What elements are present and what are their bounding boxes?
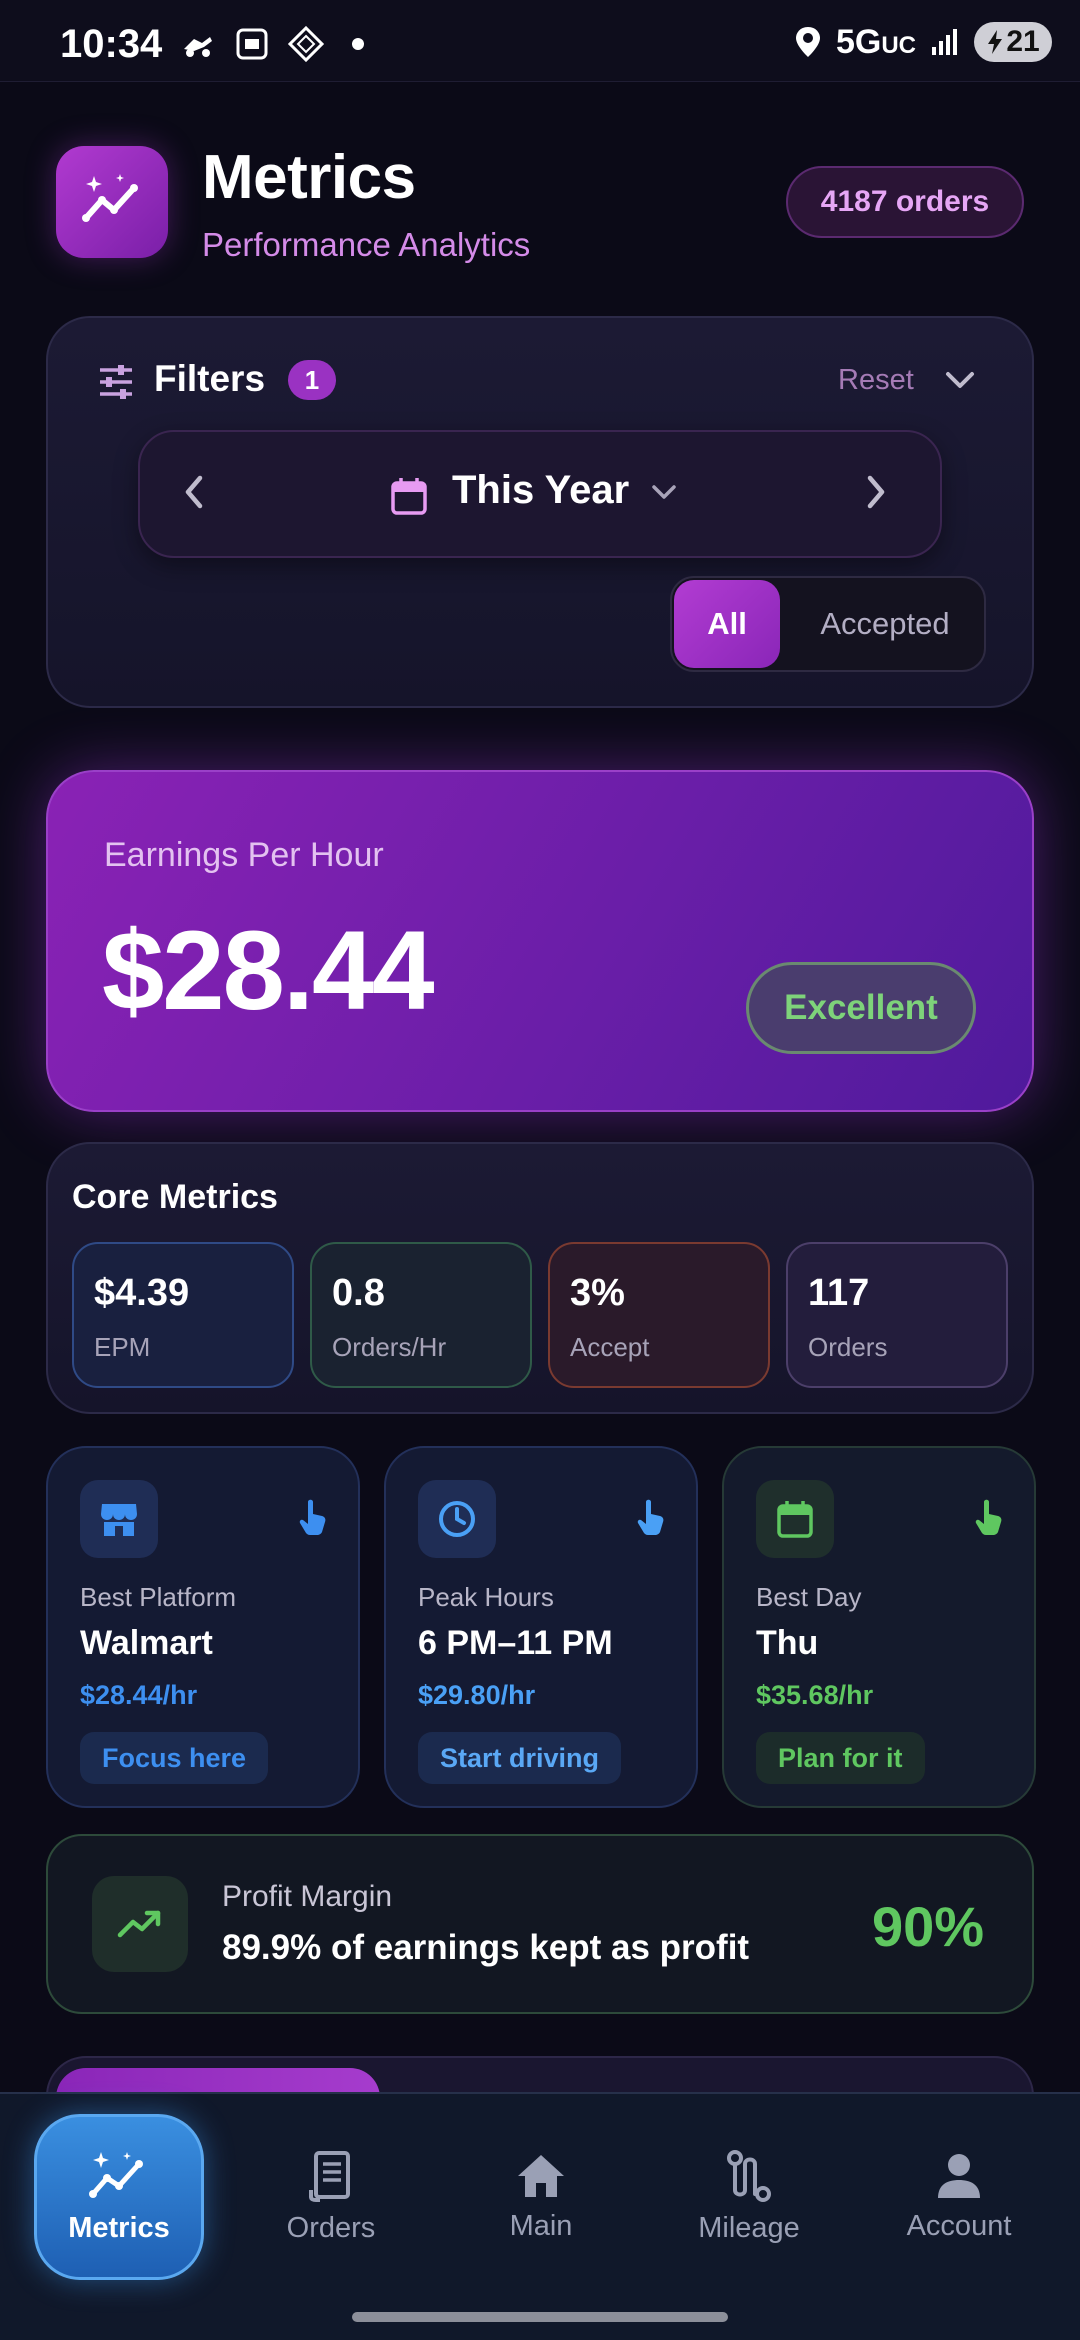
location-icon bbox=[795, 27, 820, 57]
focus-here-button[interactable]: Focus here bbox=[80, 1732, 269, 1784]
insight-rate: $29.80/hr bbox=[418, 1680, 536, 1710]
insight-value: Thu bbox=[756, 1624, 819, 1662]
app-diamond-icon bbox=[288, 26, 324, 62]
nav-label: Metrics bbox=[68, 2211, 170, 2244]
metric-value: $4.39 bbox=[94, 1272, 190, 1314]
sparkle-chart-icon bbox=[82, 174, 138, 222]
chevron-left-icon bbox=[185, 475, 203, 509]
sparkle-chart-icon bbox=[89, 2151, 143, 2198]
status-time: 10:34 bbox=[60, 22, 163, 66]
nav-label: Orders bbox=[286, 2211, 376, 2244]
route-icon bbox=[727, 2149, 771, 2202]
filters-label: Filters bbox=[154, 358, 266, 399]
metric-label: Accept bbox=[570, 1332, 650, 1362]
insight-value: 6 PM–11 PM bbox=[418, 1624, 613, 1662]
insight-card-best-day[interactable]: Best Day Thu $35.68/hr Plan for it bbox=[722, 1446, 1036, 1808]
chevron-down-icon[interactable] bbox=[650, 482, 678, 509]
page-title: Metrics bbox=[202, 143, 416, 212]
app-logo bbox=[56, 146, 168, 258]
next-period-button[interactable] bbox=[862, 472, 890, 517]
previous-period-button[interactable] bbox=[180, 472, 208, 517]
nav-account[interactable]: Account bbox=[874, 2114, 1044, 2280]
insight-card-best-platform[interactable]: Best Platform Walmart $28.44/hr Focus he… bbox=[46, 1446, 360, 1808]
metric-orders: 117 Orders bbox=[786, 1242, 1008, 1388]
person-icon bbox=[938, 2153, 980, 2198]
nav-label: Main bbox=[509, 2209, 573, 2242]
nav-orders[interactable]: Orders bbox=[246, 2114, 416, 2280]
profit-margin-label: Profit Margin bbox=[222, 1880, 393, 1913]
segment-all[interactable]: All bbox=[674, 580, 780, 668]
network-type: 5GUC bbox=[835, 22, 916, 61]
core-metrics-title: Core Metrics bbox=[72, 1178, 278, 1216]
metric-epm: $4.39 EPM bbox=[72, 1242, 294, 1388]
status-icons-left bbox=[180, 26, 364, 62]
metric-label: Orders/Hr bbox=[332, 1332, 447, 1362]
filters-count-badge: 1 bbox=[288, 360, 336, 400]
chevron-down-icon[interactable] bbox=[944, 366, 976, 399]
tap-icon bbox=[298, 1498, 328, 1541]
battery-icon: 21 bbox=[974, 22, 1052, 62]
insight-card-peak-hours[interactable]: Peak Hours 6 PM–11 PM $29.80/hr Start dr… bbox=[384, 1446, 698, 1808]
screenshot-icon bbox=[236, 28, 268, 60]
metric-label: EPM bbox=[94, 1332, 151, 1362]
store-icon bbox=[80, 1480, 158, 1558]
metric-label: Orders bbox=[808, 1332, 888, 1362]
calendar-icon bbox=[390, 476, 428, 521]
earnings-rating-badge: Excellent bbox=[746, 962, 976, 1054]
tap-icon bbox=[974, 1498, 1004, 1541]
metric-value: 0.8 bbox=[332, 1272, 385, 1314]
trending-up-icon bbox=[92, 1876, 188, 1972]
plan-for-it-button[interactable]: Plan for it bbox=[756, 1732, 925, 1784]
nav-label: Account bbox=[906, 2209, 1012, 2242]
page-subtitle: Performance Analytics bbox=[202, 226, 531, 263]
metric-value: 117 bbox=[808, 1272, 870, 1314]
nav-metrics[interactable]: Metrics bbox=[34, 2114, 204, 2280]
metric-value: 3% bbox=[570, 1272, 625, 1314]
metric-orders-per-hour: 0.8 Orders/Hr bbox=[310, 1242, 532, 1388]
insight-rate: $35.68/hr bbox=[756, 1680, 874, 1710]
nav-main[interactable]: Main bbox=[456, 2114, 626, 2280]
start-driving-button[interactable]: Start driving bbox=[418, 1732, 622, 1784]
profit-margin-value: 90% bbox=[872, 1895, 985, 1958]
insight-label: Peak Hours bbox=[418, 1582, 554, 1612]
signal-icon bbox=[932, 29, 957, 55]
segment-accepted[interactable]: Accepted bbox=[800, 580, 970, 668]
earnings-label: Earnings Per Hour bbox=[104, 836, 384, 874]
home-icon bbox=[518, 2154, 564, 2197]
metric-accept-rate: 3% Accept bbox=[548, 1242, 770, 1388]
chevron-right-icon bbox=[867, 475, 885, 509]
nav-mileage[interactable]: Mileage bbox=[664, 2114, 834, 2280]
sliders-icon bbox=[96, 362, 136, 407]
insight-label: Best Day bbox=[756, 1582, 862, 1612]
reset-button[interactable]: Reset bbox=[838, 364, 914, 397]
insight-value: Walmart bbox=[80, 1624, 213, 1662]
notification-dot-icon bbox=[352, 38, 364, 50]
insight-rate: $28.44/hr bbox=[80, 1680, 198, 1710]
home-indicator[interactable] bbox=[352, 2312, 728, 2322]
profit-margin-description: 89.9% of earnings kept as profit bbox=[222, 1928, 750, 1967]
orders-count-badge: 4187 orders bbox=[786, 166, 1024, 238]
receipt-icon bbox=[309, 2150, 350, 2202]
nav-label: Mileage bbox=[698, 2211, 800, 2244]
insight-label: Best Platform bbox=[80, 1582, 237, 1612]
tap-icon bbox=[636, 1498, 666, 1541]
earnings-value: $28.44 bbox=[102, 908, 435, 1033]
calendar-icon bbox=[756, 1480, 834, 1558]
delivery-icon bbox=[184, 37, 212, 57]
status-icons-right: 5GUC 21 bbox=[794, 22, 1052, 62]
date-range-label[interactable]: This Year bbox=[452, 468, 629, 513]
clock-icon bbox=[418, 1480, 496, 1558]
